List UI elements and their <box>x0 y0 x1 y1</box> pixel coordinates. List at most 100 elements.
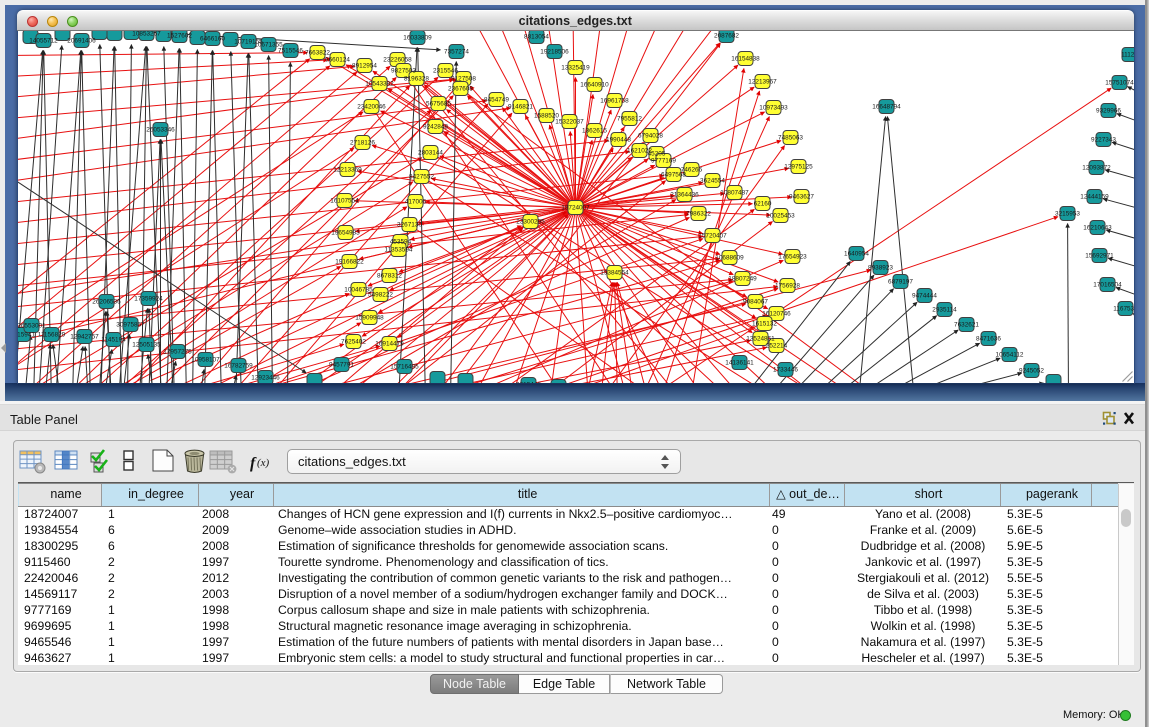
svg-text:26053346: 26053346 <box>146 126 175 133</box>
svg-text:10654112: 10654112 <box>995 351 1023 358</box>
svg-text:9463627: 9463627 <box>789 193 814 200</box>
svg-text:17654923: 17654923 <box>778 253 807 260</box>
svg-text:10973493: 10973493 <box>759 104 788 111</box>
svg-text:11123: 11123 <box>1121 51 1134 58</box>
svg-text:10958107: 10958107 <box>191 356 220 363</box>
svg-text:12923446: 12923446 <box>251 374 280 381</box>
svg-text:15322037: 15322037 <box>555 118 584 125</box>
svg-text:3267130: 3267130 <box>397 221 422 228</box>
svg-text:13524861: 13524861 <box>746 335 775 342</box>
svg-text:9777169: 9777169 <box>651 157 676 164</box>
svg-text:15692971: 15692971 <box>1085 252 1114 259</box>
svg-text:3215953: 3215953 <box>1055 210 1080 217</box>
svg-text:1362615: 1362615 <box>582 127 607 134</box>
svg-text:453594: 453594 <box>389 238 411 245</box>
svg-text:15716485: 15716485 <box>390 363 419 370</box>
svg-text:12942757: 12942757 <box>70 333 99 340</box>
svg-text:7485063: 7485063 <box>778 134 803 141</box>
svg-text:(x): (x) <box>257 457 270 469</box>
svg-text:15909948: 15909948 <box>355 314 384 321</box>
svg-text:12975125: 12975125 <box>784 163 813 170</box>
svg-text:16782759: 16782759 <box>224 362 253 369</box>
svg-text:16120746: 16120746 <box>762 310 791 317</box>
svg-text:15720407: 15720407 <box>698 232 727 239</box>
svg-text:8938923: 8938923 <box>868 264 893 271</box>
svg-text:7986322: 7986322 <box>686 210 711 217</box>
svg-text:23226058: 23226058 <box>383 56 412 63</box>
svg-text:6794028: 6794028 <box>638 132 663 139</box>
svg-text:19654983: 19654983 <box>331 229 360 236</box>
svg-text:16961758: 16961758 <box>600 97 629 104</box>
svg-text:8427552: 8427552 <box>409 173 434 180</box>
svg-text:7632621: 7632621 <box>954 321 979 328</box>
svg-text:16648794: 16648794 <box>872 103 901 110</box>
svg-text:10688609: 10688609 <box>715 254 744 261</box>
svg-text:12505135: 12505135 <box>132 341 161 348</box>
svg-text:8678312: 8678312 <box>377 272 402 279</box>
svg-text:18807249: 18807249 <box>728 275 757 282</box>
svg-text:8912954: 8912954 <box>352 62 377 69</box>
svg-text:3624554: 3624554 <box>700 177 725 184</box>
svg-text:12444159: 12444159 <box>1080 193 1109 200</box>
svg-text:1615132: 1615132 <box>752 320 777 327</box>
svg-text:7663822: 7663822 <box>305 49 330 56</box>
svg-text:17016504: 17016504 <box>1093 281 1122 288</box>
svg-text:8454749: 8454749 <box>484 96 509 103</box>
svg-text:3915941: 3915941 <box>18 331 35 338</box>
svg-text:45205: 45205 <box>647 150 665 157</box>
svg-text:2803144: 2803144 <box>418 149 443 156</box>
svg-text:17957275: 17957275 <box>163 348 192 355</box>
svg-text:16914479: 16914479 <box>375 340 404 347</box>
svg-text:19384554: 19384554 <box>600 269 629 276</box>
svg-text:26553001: 26553001 <box>18 322 46 329</box>
svg-text:7955812: 7955812 <box>617 115 642 122</box>
svg-text:9457791: 9457791 <box>329 361 354 368</box>
svg-text:11353594: 11353594 <box>384 246 412 253</box>
svg-text:746266: 746266 <box>680 166 702 173</box>
svg-text:13325419: 13325419 <box>561 64 590 71</box>
svg-text:9146821: 9146821 <box>508 103 533 110</box>
svg-text:10025453: 10025453 <box>766 212 795 219</box>
svg-text:9245052: 9245052 <box>1019 367 1044 374</box>
svg-text:16033809: 16033809 <box>403 34 432 41</box>
svg-text:9084067: 9084067 <box>743 298 768 305</box>
svg-text:10807487: 10807487 <box>720 189 749 196</box>
svg-text:30975867: 30975867 <box>116 321 145 328</box>
svg-text:1145194: 1145194 <box>101 336 126 343</box>
svg-text:2718126: 2718126 <box>350 139 375 146</box>
svg-text:8471636: 8471636 <box>976 335 1001 342</box>
svg-text:26206536: 26206536 <box>92 298 121 305</box>
svg-text:9127508: 9127508 <box>451 75 476 82</box>
svg-text:9315440: 9315440 <box>516 381 541 383</box>
svg-text:1756928: 1756928 <box>775 282 800 289</box>
svg-text:14136141: 14136141 <box>725 359 754 366</box>
svg-text:14055712: 14055712 <box>29 37 58 44</box>
svg-text:9827503: 9827503 <box>391 67 416 74</box>
svg-text:1527602: 1527602 <box>167 32 192 39</box>
svg-text:16210643: 16210643 <box>1083 224 1112 231</box>
svg-text:1990448: 1990448 <box>606 136 631 143</box>
svg-text:6879197: 6879197 <box>888 278 913 285</box>
svg-text:19218506: 19218506 <box>540 48 569 55</box>
svg-text:2935114: 2935114 <box>932 306 957 313</box>
svg-text:12213369: 12213369 <box>333 166 362 173</box>
svg-text:15751074: 15751074 <box>1105 79 1134 86</box>
svg-text:9227343: 9227343 <box>1091 136 1116 143</box>
svg-text:18724007: 18724007 <box>561 204 590 211</box>
svg-text:21364436: 21364436 <box>670 191 699 198</box>
svg-text:9242848: 9242848 <box>423 123 448 130</box>
svg-text:252214: 252214 <box>765 342 787 349</box>
svg-text:8196328: 8196328 <box>404 75 429 82</box>
svg-text:19166822: 19166822 <box>335 258 364 265</box>
svg-text:1733446: 1733446 <box>773 366 798 373</box>
svg-text:23420046: 23420046 <box>357 103 386 110</box>
svg-text:16107554: 16107554 <box>330 197 359 204</box>
svg-text:9474444: 9474444 <box>912 292 937 299</box>
svg-text:1640954: 1640954 <box>844 250 869 257</box>
svg-text:5498222: 5498222 <box>368 291 393 298</box>
svg-text:f: f <box>250 455 257 472</box>
svg-text:16640910: 16640910 <box>580 81 609 88</box>
svg-text:2367608: 2367608 <box>448 85 473 92</box>
svg-text:8813054: 8813054 <box>524 33 549 40</box>
svg-text:6466160: 6466160 <box>200 35 225 42</box>
